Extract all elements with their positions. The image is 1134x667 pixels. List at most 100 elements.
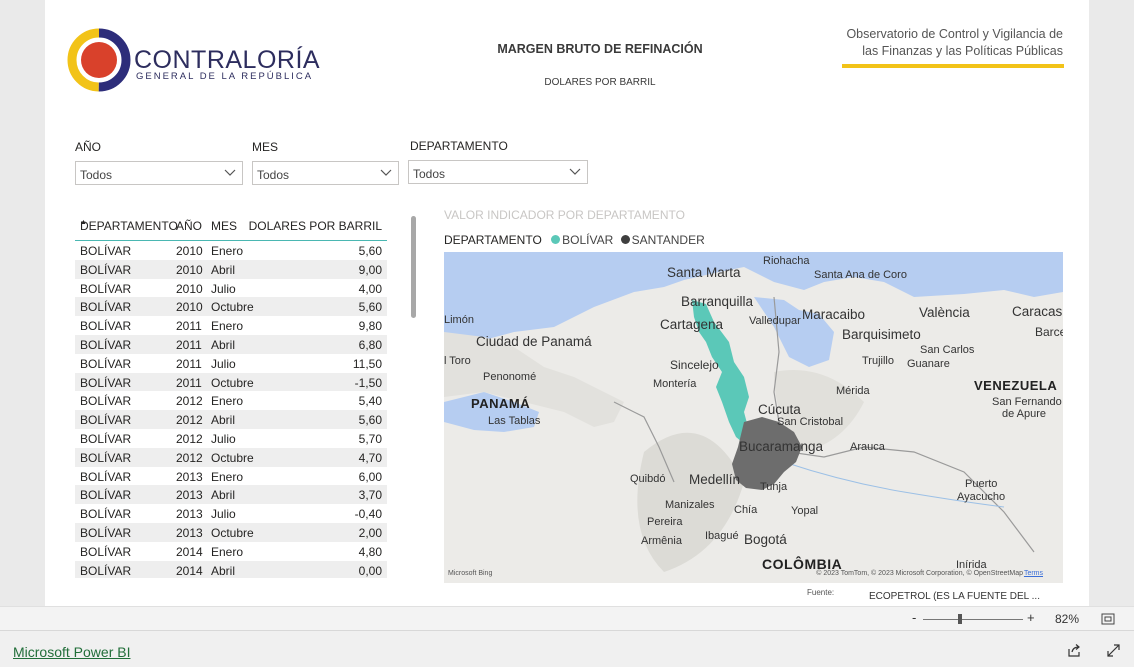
map-terms-link[interactable]: Terms [1024,570,1043,577]
map-label-de-apure: de Apure [1002,408,1047,420]
logo-emblem [67,28,131,92]
map-label-el-toro: l Toro [444,355,471,367]
cell-department: BOLÍVAR [80,544,132,559]
cell-month: Enero [211,244,244,258]
table-row[interactable]: BOLÍVAR 2012 Abril 5,60 [75,410,387,429]
power-bi-link[interactable]: Microsoft Power BI [13,644,130,660]
map-label-chia: Chía [734,504,758,516]
cell-month: Octubre [211,375,254,390]
map-legend: DEPARTAMENTO BOLÍVAR SANTANDER [444,233,705,247]
table-row[interactable]: BOLÍVAR 2013 Enero 6,00 [75,467,387,486]
cell-department: BOLÍVAR [80,244,132,258]
table-row[interactable]: BOLÍVAR 2010 Enero 5,60 [75,241,387,260]
table-row[interactable]: BOLÍVAR 2013 Abril 3,70 [75,485,387,505]
table-row[interactable]: BOLÍVAR 2010 Octubre 5,60 [75,297,387,317]
table-row[interactable]: BOLÍVAR 2012 Enero 5,40 [75,391,387,410]
legend-item-santander[interactable]: SANTANDER [632,233,705,247]
table-row[interactable]: BOLÍVAR 2014 Enero 4,80 [75,542,387,561]
footer-bar: Microsoft Power BI [0,630,1134,667]
report-canvas: CONTRALORÍA GENERAL DE LA REPÚBLICA MARG… [45,0,1089,606]
legend-item-bolivar[interactable]: BOLÍVAR [562,233,613,247]
map-label-arauca: Arauca [850,441,885,453]
column-header-year[interactable]: AÑO [176,219,202,233]
table-row[interactable]: BOLÍVAR 2011 Octubre -1,50 [75,372,387,392]
table-row[interactable]: BOLÍVAR 2011 Julio 11,50 [75,354,387,373]
zoom-out-button[interactable]: - [912,610,916,625]
cell-value: 6,00 [358,469,382,484]
observatorio-line-2: las Finanzas y las Políticas Públicas [862,44,1063,58]
map-label-ayacucho: Ayacucho [957,491,1006,503]
map-visual[interactable]: Santa Marta Riohacha Santa Ana de Coro B… [444,252,1063,583]
map-label-san-fernando: San Fernando [992,396,1062,408]
table-row[interactable]: BOLÍVAR 2010 Julio 4,00 [75,279,387,298]
table-scrollbar[interactable] [411,216,416,318]
zoom-slider-track[interactable] [923,619,1023,620]
column-header-value[interactable]: DOLARES POR BARRIL [249,219,382,233]
map-label-san-cristobal: San Cristobal [777,416,844,428]
cell-month: Octubre [211,450,254,465]
chevron-down-icon [380,169,392,176]
bing-credit: Microsoft Bing [448,570,493,577]
cell-month: Abril [211,563,236,578]
table-row[interactable]: BOLÍVAR 2010 Abril 9,00 [75,259,387,279]
zoom-slider-thumb[interactable] [958,614,962,624]
cell-year: 2013 [176,507,203,522]
table-row[interactable]: BOLÍVAR 2012 Octubre 4,70 [75,447,387,467]
cell-department: BOLÍVAR [80,375,132,390]
cell-value: 4,70 [358,450,382,465]
map-label-trujillo: Trujillo [862,355,894,367]
year-filter-label: AÑO [75,140,102,154]
map-label-caracas: Caracas [1012,304,1063,319]
share-icon[interactable] [1067,643,1082,658]
cell-year: 2014 [176,544,203,559]
cell-value: 0,00 [358,563,382,578]
cell-department: BOLÍVAR [80,262,132,277]
year-filter-dropdown[interactable]: Todos [75,161,243,185]
sort-ascending-icon: ▲ [80,219,87,226]
table-row[interactable]: BOLÍVAR 2013 Octubre 2,00 [75,522,387,542]
table-row[interactable]: BOLÍVAR 2011 Enero 9,80 [75,316,387,335]
cell-value: 5,60 [358,300,382,315]
map-label-limon: Limón [444,314,474,326]
table-body: BOLÍVAR 2010 Enero 5,60 BOLÍVAR 2010 Abril 9,00… [75,241,387,578]
cell-department: BOLÍVAR [80,394,132,409]
map-label-medellin: Medellín [689,472,741,487]
cell-month: Abril [211,488,236,503]
cell-year: 2013 [176,488,203,503]
cell-department: BOLÍVAR [80,413,132,428]
cell-department: BOLÍVAR [80,281,132,296]
column-header-department[interactable]: DEPARTAMENTO [80,219,178,233]
cell-value: -1,50 [354,375,382,390]
table-row[interactable]: BOLÍVAR 2012 Julio 5,70 [75,429,387,448]
month-filter-dropdown[interactable]: Todos [252,161,399,185]
map-label-ciudad-de-panama: Ciudad de Panamá [476,334,592,349]
cell-year: 2012 [176,413,203,428]
map-label-valencia: València [919,305,970,320]
zoom-in-button[interactable]: + [1027,610,1035,625]
cell-year: 2012 [176,431,203,446]
fullscreen-icon[interactable] [1106,643,1121,658]
cell-month: Abril [211,262,236,277]
cell-year: 2014 [176,563,203,578]
map-label-puerto: Puerto [965,478,998,490]
column-header-month[interactable]: MES [211,219,237,233]
data-table: DEPARTAMENTO ▲ AÑO MES DOLARES POR BARRI… [75,213,387,578]
map-label-barce: Barce [1035,325,1063,339]
cell-year: 2010 [176,244,203,258]
table-row[interactable]: BOLÍVAR 2014 Abril 0,00 [75,560,387,578]
cell-month: Abril [211,413,236,428]
cell-value: 5,60 [358,244,382,258]
cell-month: Julio [211,356,236,371]
cell-department: BOLÍVAR [80,431,132,446]
map-label-merida: Mérida [836,385,870,397]
map-label-panama: PANAMÁ [471,396,531,411]
table-row[interactable]: BOLÍVAR 2011 Abril 6,80 [75,334,387,354]
cell-department: BOLÍVAR [80,507,132,522]
cell-value: 11,50 [352,356,382,371]
department-filter-dropdown[interactable]: Todos [408,160,588,184]
fit-to-page-icon[interactable] [1101,613,1115,625]
cell-value: 9,00 [358,262,382,277]
chevron-down-icon [224,169,236,176]
map-label-barranquilla: Barranquilla [681,294,754,309]
table-row[interactable]: BOLÍVAR 2013 Julio -0,40 [75,504,387,523]
